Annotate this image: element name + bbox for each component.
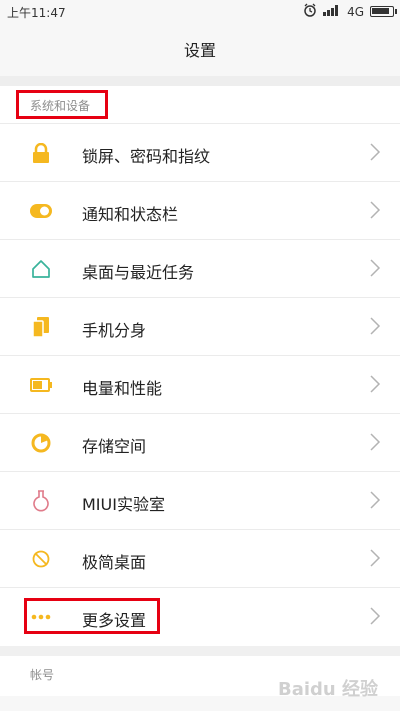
status-indicators: 4G — [303, 3, 397, 20]
battery-icon — [27, 374, 55, 396]
network-type: 4G — [347, 4, 364, 19]
annotation-box — [16, 90, 108, 119]
battery-icon — [370, 6, 397, 17]
chevron-right-icon — [370, 317, 381, 335]
status-bar: 上午11:47 4G — [0, 0, 400, 22]
divider — [0, 646, 400, 656]
settings-item-storage[interactable]: 存储空间 — [0, 414, 400, 472]
item-label: 通知和状态栏 — [82, 205, 179, 224]
lock-icon — [27, 142, 55, 164]
item-label: MIUI实验室 — [82, 495, 165, 514]
chevron-right-icon — [370, 433, 381, 451]
watermark: Baidu 经验 — [277, 679, 378, 700]
chevron-right-icon — [370, 143, 381, 161]
item-label: 极简桌面 — [82, 553, 147, 572]
annotation-box — [24, 598, 160, 634]
chevron-right-icon — [370, 549, 381, 567]
chevron-right-icon — [370, 607, 381, 625]
settings-item-second-space[interactable]: 手机分身 — [0, 298, 400, 356]
chevron-right-icon — [370, 491, 381, 509]
chevron-right-icon — [370, 259, 381, 277]
item-label: 手机分身 — [82, 321, 147, 340]
settings-item-notifications[interactable]: 通知和状态栏 — [0, 182, 400, 240]
chevron-right-icon — [370, 375, 381, 393]
item-label: 存储空间 — [82, 437, 147, 456]
divider — [0, 76, 400, 86]
page-header: 设置 — [0, 22, 400, 76]
chevron-right-icon — [370, 201, 381, 219]
item-label: 锁屏、密码和指纹 — [82, 147, 211, 166]
page-title: 设置 — [183, 41, 216, 60]
home-icon — [27, 258, 55, 280]
status-time: 上午11:47 — [7, 6, 66, 20]
settings-item-battery[interactable]: 电量和性能 — [0, 356, 400, 414]
flask-icon — [27, 490, 55, 512]
toggle-icon — [27, 200, 55, 222]
settings-list: 锁屏、密码和指纹 通知和状态栏 桌面与最近任务 手机分身 电量和性能 存储空间 … — [0, 124, 400, 646]
settings-item-home-screen[interactable]: 桌面与最近任务 — [0, 240, 400, 298]
settings-item-simple-mode[interactable]: 极简桌面 — [0, 530, 400, 588]
simple-home-icon — [27, 548, 55, 570]
phone-clone-icon — [27, 316, 55, 338]
item-label: 桌面与最近任务 — [82, 263, 195, 282]
alarm-icon — [303, 3, 317, 20]
section-label: 帐号 — [30, 668, 55, 682]
storage-icon — [27, 432, 55, 454]
settings-item-miui-lab[interactable]: MIUI实验室 — [0, 472, 400, 530]
signal-icon — [323, 4, 341, 19]
item-label: 电量和性能 — [82, 379, 163, 398]
settings-item-lock-screen[interactable]: 锁屏、密码和指纹 — [0, 124, 400, 182]
